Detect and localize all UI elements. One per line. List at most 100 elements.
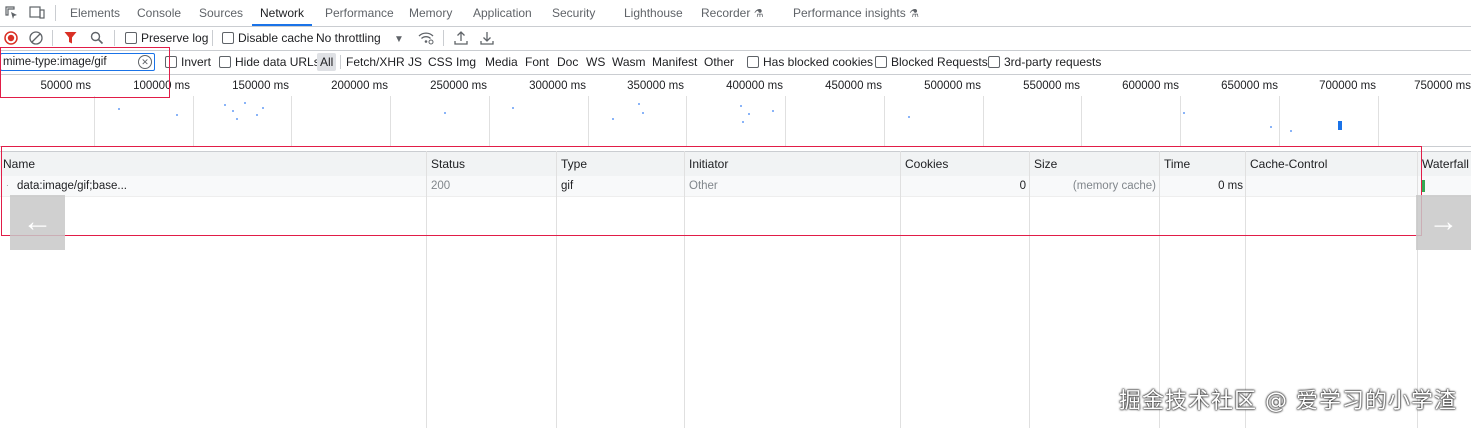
overview-gridline bbox=[1378, 96, 1379, 146]
type-filter-css[interactable]: CSS bbox=[428, 50, 453, 74]
disable-cache-checkbox[interactable] bbox=[222, 32, 234, 44]
network-conditions-icon[interactable] bbox=[418, 31, 434, 45]
inspect-element-icon[interactable] bbox=[5, 6, 19, 20]
third-party-checkbox[interactable] bbox=[988, 56, 1000, 68]
overview-tick-label: 650000 ms bbox=[1221, 80, 1278, 92]
highlight-box-results bbox=[1, 146, 1422, 236]
divider bbox=[340, 55, 341, 69]
tab-recorder-label: Recorder bbox=[701, 6, 751, 20]
waterfall-bar bbox=[1422, 180, 1425, 192]
activity-mark bbox=[1270, 126, 1272, 128]
export-har-icon[interactable] bbox=[480, 30, 494, 45]
overview-tick-label: 550000 ms bbox=[1023, 80, 1080, 92]
overview-tick-label: 450000 ms bbox=[825, 80, 882, 92]
type-filter-ws[interactable]: WS bbox=[586, 50, 605, 74]
type-filter-fetch-xhr[interactable]: Fetch/XHR bbox=[346, 50, 405, 74]
overview-tick-label: 200000 ms bbox=[331, 80, 388, 92]
divider bbox=[55, 5, 56, 21]
type-filter-wasm[interactable]: Wasm bbox=[612, 50, 646, 74]
tab-network[interactable]: Network bbox=[252, 0, 313, 26]
overview-tick-label: 700000 ms bbox=[1319, 80, 1376, 92]
has-blocked-cookies-label: Has blocked cookies bbox=[763, 55, 874, 69]
tab-lighthouse[interactable]: Lighthouse bbox=[624, 0, 683, 26]
throttling-value: No throttling bbox=[316, 31, 381, 45]
type-filter-all[interactable]: All bbox=[317, 53, 337, 71]
tab-recorder[interactable]: Recorder ⚗ bbox=[701, 0, 764, 26]
flask-icon: ⚗ bbox=[909, 8, 919, 20]
type-filter-img[interactable]: Img bbox=[456, 50, 476, 74]
device-toolbar-icon[interactable] bbox=[29, 5, 45, 20]
overview-gridline bbox=[785, 96, 786, 146]
activity-mark bbox=[236, 118, 238, 120]
type-filter-doc[interactable]: Doc bbox=[557, 50, 578, 74]
invert-label: Invert bbox=[181, 55, 212, 69]
column-header-waterfall[interactable]: Waterfall bbox=[1422, 152, 1469, 176]
overview-tick-label: 400000 ms bbox=[726, 80, 783, 92]
divider bbox=[52, 30, 53, 46]
overview-gridline bbox=[884, 96, 885, 146]
type-filter-other[interactable]: Other bbox=[704, 50, 734, 74]
watermark: 掘金技术社区 @ 爱学习的小学渣 bbox=[1119, 389, 1457, 414]
network-toolbar: Preserve log Disable cache No throttling… bbox=[0, 26, 1471, 51]
tab-console[interactable]: Console bbox=[137, 0, 181, 26]
activity-mark bbox=[118, 108, 120, 110]
activity-mark bbox=[444, 112, 446, 114]
overview-gridline bbox=[1279, 96, 1280, 146]
next-arrow-icon[interactable]: → bbox=[1416, 195, 1471, 250]
import-har-icon[interactable] bbox=[454, 30, 468, 45]
filter-bar: mime-type:image/gif ✕ Invert Hide data U… bbox=[0, 50, 1471, 75]
dropdown-arrow-icon: ▼ bbox=[394, 34, 404, 45]
activity-mark bbox=[224, 104, 226, 106]
activity-mark bbox=[232, 110, 234, 112]
type-filter-js[interactable]: JS bbox=[408, 50, 422, 74]
clear-icon[interactable] bbox=[29, 31, 43, 45]
hide-data-urls-label: Hide data URLs bbox=[235, 55, 320, 69]
activity-mark bbox=[256, 114, 258, 116]
hide-data-urls-checkbox[interactable] bbox=[219, 56, 231, 68]
overview-tick-label: 750000 ms bbox=[1414, 80, 1471, 92]
activity-bar bbox=[1338, 121, 1342, 130]
overview-gridline bbox=[1180, 96, 1181, 146]
activity-mark bbox=[638, 103, 640, 105]
overview-tick-label: 150000 ms bbox=[232, 80, 289, 92]
tab-sources[interactable]: Sources bbox=[199, 0, 243, 26]
search-icon[interactable] bbox=[90, 31, 104, 45]
overview-gridline bbox=[686, 96, 687, 146]
tab-application[interactable]: Application bbox=[473, 0, 532, 26]
highlight-box-filter bbox=[0, 47, 170, 98]
overview-gridline bbox=[1081, 96, 1082, 146]
overview-gridline bbox=[588, 96, 589, 146]
overview-gridline bbox=[983, 96, 984, 146]
overview-tick-label: 250000 ms bbox=[430, 80, 487, 92]
network-overview[interactable]: 50000 ms 100000 ms 150000 ms 200000 ms 2… bbox=[0, 74, 1471, 147]
activity-mark bbox=[742, 121, 744, 123]
filter-icon[interactable] bbox=[64, 31, 77, 45]
divider bbox=[212, 30, 213, 46]
tab-elements[interactable]: Elements bbox=[70, 0, 120, 26]
overview-gridline bbox=[489, 96, 490, 146]
activity-mark bbox=[1290, 130, 1292, 132]
disable-cache-label: Disable cache bbox=[238, 31, 314, 45]
activity-mark bbox=[748, 113, 750, 115]
activity-mark bbox=[1183, 112, 1185, 114]
type-filter-font[interactable]: Font bbox=[525, 50, 549, 74]
has-blocked-cookies-checkbox[interactable] bbox=[747, 56, 759, 68]
type-filter-manifest[interactable]: Manifest bbox=[652, 50, 697, 74]
blocked-requests-checkbox[interactable] bbox=[875, 56, 887, 68]
previous-arrow-icon[interactable]: ← bbox=[10, 195, 65, 250]
preserve-log-checkbox[interactable] bbox=[125, 32, 137, 44]
tab-memory[interactable]: Memory bbox=[409, 0, 452, 26]
record-icon[interactable] bbox=[4, 31, 18, 45]
tab-security[interactable]: Security bbox=[552, 0, 595, 26]
divider bbox=[443, 30, 444, 46]
activity-mark bbox=[176, 114, 178, 116]
tab-performance-insights[interactable]: Performance insights ⚗ bbox=[793, 0, 919, 26]
activity-mark bbox=[772, 110, 774, 112]
devtools-tab-bar: Elements Console Sources Network Perform… bbox=[0, 0, 1471, 27]
throttling-select[interactable]: No throttling ▼ bbox=[316, 26, 404, 52]
type-filter-media[interactable]: Media bbox=[485, 50, 518, 74]
activity-mark bbox=[908, 116, 910, 118]
activity-mark bbox=[740, 105, 742, 107]
tab-performance[interactable]: Performance bbox=[325, 0, 394, 26]
activity-mark bbox=[612, 118, 614, 120]
